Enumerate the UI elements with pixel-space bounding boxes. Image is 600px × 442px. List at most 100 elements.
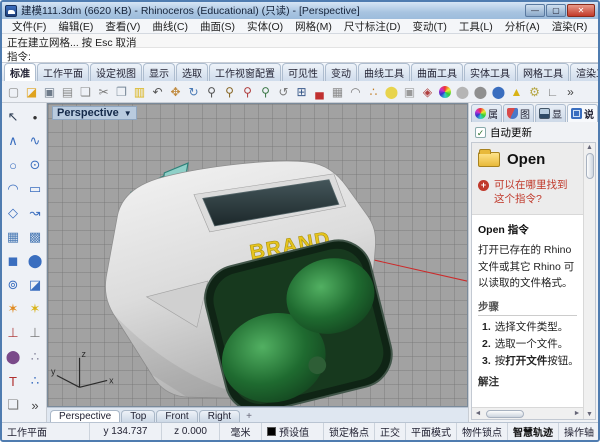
ellipse-icon[interactable]: ⊙: [24, 153, 46, 177]
color-wheel-icon[interactable]: ⬤: [439, 86, 451, 98]
status-osnap[interactable]: 物件锁点: [457, 423, 508, 440]
menu-tools[interactable]: 工具(L): [453, 19, 499, 34]
chamfer-icon[interactable]: ⊥: [24, 321, 46, 345]
menu-surface[interactable]: 曲面(S): [194, 19, 241, 34]
scroll-left-icon[interactable]: ◄: [472, 410, 484, 417]
scroll-right-icon[interactable]: ►: [571, 410, 583, 417]
rectangle-icon[interactable]: ▭: [24, 177, 46, 201]
zoom-window-icon[interactable]: ⚲: [221, 83, 238, 100]
notes-icon[interactable]: ❏: [2, 393, 24, 417]
status-gumball[interactable]: 操作轴: [559, 423, 598, 440]
sphere-icon[interactable]: ⬤: [24, 249, 46, 273]
object-snap-icon[interactable]: ∴: [365, 83, 382, 100]
status-units[interactable]: 毫米: [220, 423, 262, 440]
tab-curve-tools[interactable]: 曲线工具: [358, 63, 410, 81]
open-file-icon[interactable]: ◪: [23, 83, 40, 100]
horizontal-scroll-thumb[interactable]: [486, 410, 524, 418]
expand-plus-icon[interactable]: +: [478, 180, 489, 191]
plane-icon[interactable]: ◪: [24, 273, 46, 297]
tab-select[interactable]: 选取: [176, 63, 208, 81]
status-cplane[interactable]: 工作平面: [2, 423, 90, 440]
box-icon[interactable]: ◼: [2, 249, 24, 273]
print-icon[interactable]: ▤: [59, 83, 76, 100]
sphere-gray-icon[interactable]: ⬤: [454, 83, 471, 100]
rotate-view-icon[interactable]: ↻: [185, 83, 202, 100]
menu-analyze[interactable]: 分析(A): [499, 19, 546, 34]
control-curve-icon[interactable]: ∿: [24, 129, 46, 153]
maximize-button[interactable]: ▢: [546, 4, 566, 17]
vptab-perspective[interactable]: Perspective: [50, 410, 120, 422]
tab-set-view[interactable]: 设定视图: [90, 63, 142, 81]
control-points-icon[interactable]: ∴: [24, 369, 46, 393]
cut-icon[interactable]: ✂: [95, 83, 112, 100]
close-button[interactable]: ✕: [567, 4, 595, 17]
status-ortho[interactable]: 正交: [375, 423, 406, 440]
explode-icon[interactable]: ✶: [2, 297, 24, 321]
tab-display[interactable]: 显: [535, 104, 566, 122]
menu-dimension[interactable]: 尺寸标注(D): [338, 19, 407, 34]
command-input[interactable]: 指令:: [2, 48, 598, 63]
status-grid-snap[interactable]: 锁定格点: [324, 423, 375, 440]
vptab-top[interactable]: Top: [121, 410, 155, 422]
paste-icon[interactable]: ▥: [131, 83, 148, 100]
arc-icon[interactable]: ◠: [2, 177, 24, 201]
tab-help[interactable]: 说: [567, 104, 598, 122]
tab-viewport-layout[interactable]: 工作视窗配置: [209, 63, 281, 81]
zoom-dynamic-icon[interactable]: ⚲: [203, 83, 220, 100]
lamp-icon[interactable]: ⬤: [383, 83, 400, 100]
perspective-viewport[interactable]: Perspective ▼: [47, 103, 468, 407]
zoom-extents-icon[interactable]: ⚲: [257, 83, 274, 100]
tab-display[interactable]: 显示: [143, 63, 175, 81]
tab-cplane[interactable]: 工作平面: [37, 63, 89, 81]
sphere-blue-icon[interactable]: ⬤: [490, 83, 507, 100]
tab-surface-tools[interactable]: 曲面工具: [411, 63, 463, 81]
render-icon[interactable]: ▄: [311, 83, 328, 100]
viewport-title-menu[interactable]: Perspective ▼: [52, 106, 137, 120]
vertical-scroll-thumb[interactable]: [586, 153, 594, 179]
point-icon[interactable]: •: [24, 105, 46, 129]
boolean-union-icon[interactable]: ⬤: [2, 345, 24, 369]
help-vertical-scrollbar[interactable]: ▲ ▼: [583, 143, 595, 419]
tab-render-tools[interactable]: 渲染工具: [570, 63, 600, 81]
freeform-curve-icon[interactable]: ↝: [24, 201, 46, 225]
lock-icon[interactable]: ▣: [401, 83, 418, 100]
cone-icon[interactable]: ▲: [508, 83, 525, 100]
add-viewport-tab-icon[interactable]: +: [241, 411, 257, 422]
shaded-view-icon[interactable]: ◈: [419, 83, 436, 100]
sphere-dark-icon[interactable]: ⬤: [472, 83, 489, 100]
vptab-front[interactable]: Front: [156, 410, 197, 422]
fillet-icon[interactable]: ⊥: [2, 321, 24, 345]
polygon-icon[interactable]: ◇: [2, 201, 24, 225]
tab-solid-tools[interactable]: 实体工具: [464, 63, 516, 81]
polyline-icon[interactable]: ∧: [2, 129, 24, 153]
gear-icon[interactable]: ⚙: [526, 83, 543, 100]
circle-icon[interactable]: ○: [2, 153, 24, 177]
sidebar-overflow-icon[interactable]: »: [24, 393, 46, 417]
auto-update-checkbox[interactable]: ✓: [475, 127, 486, 138]
menu-view[interactable]: 查看(V): [99, 19, 146, 34]
patch-icon[interactable]: ▩: [24, 225, 46, 249]
hierarchy-icon[interactable]: ∟: [544, 83, 561, 100]
minimize-button[interactable]: —: [525, 4, 545, 17]
arc-tool-icon[interactable]: ◠: [347, 83, 364, 100]
tab-visibility[interactable]: 可见性: [282, 63, 324, 81]
tab-transform[interactable]: 变动: [325, 63, 357, 81]
status-layer[interactable]: 预设值: [262, 423, 324, 440]
boolean-difference-icon[interactable]: ∴: [24, 345, 46, 369]
select-icon[interactable]: ↖: [2, 105, 24, 129]
zoom-selected-icon[interactable]: ⚲: [239, 83, 256, 100]
menu-panels[interactable]: 面板(P): [593, 19, 600, 34]
scroll-up-icon[interactable]: ▲: [586, 144, 593, 151]
new-file-icon[interactable]: ▢: [5, 83, 22, 100]
help-horizontal-scrollbar[interactable]: ◄ ►: [472, 407, 583, 419]
surface-icon[interactable]: ▦: [2, 225, 24, 249]
status-planar[interactable]: 平面模式: [406, 423, 457, 440]
menu-transform[interactable]: 变动(T): [407, 19, 453, 34]
cylinder-icon[interactable]: ⊚: [2, 273, 24, 297]
tab-standard[interactable]: 标准: [4, 63, 36, 81]
chevron-down-icon[interactable]: ▼: [124, 109, 132, 118]
tab-layers[interactable]: 图: [503, 104, 534, 122]
copy-icon[interactable]: ❐: [113, 83, 130, 100]
copy-to-clipboard-icon[interactable]: ❏: [77, 83, 94, 100]
menu-edit[interactable]: 编辑(E): [52, 19, 99, 34]
